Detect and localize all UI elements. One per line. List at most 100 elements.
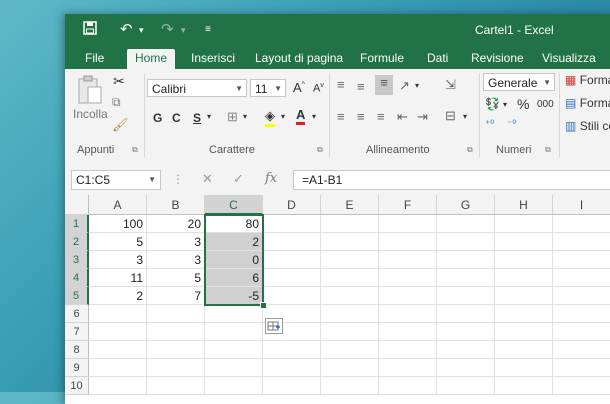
empty-cell[interactable] [437, 287, 495, 305]
empty-cell[interactable] [263, 215, 321, 233]
empty-cell[interactable] [379, 377, 437, 395]
empty-cell[interactable] [495, 287, 553, 305]
column-header[interactable]: G [437, 195, 495, 215]
empty-cell[interactable] [263, 287, 321, 305]
column-header[interactable]: C [205, 195, 263, 215]
column-header[interactable]: H [495, 195, 553, 215]
alignment-launcher-icon[interactable]: ⧉ [467, 145, 473, 155]
column-header[interactable]: A [89, 195, 147, 215]
empty-cell[interactable] [205, 359, 263, 377]
increase-indent-icon[interactable]: ⇥ [417, 109, 428, 125]
font-color-icon[interactable]: A [296, 107, 306, 125]
format-painter-icon[interactable]: 🖌 [112, 117, 129, 133]
name-box-dropdown-icon[interactable]: ▼ [148, 171, 156, 189]
empty-cell[interactable] [263, 251, 321, 269]
insert-function-icon[interactable]: fx [265, 171, 277, 186]
empty-cell[interactable] [147, 359, 205, 377]
thousands-button[interactable]: 000 [537, 99, 554, 110]
quick-analysis-button[interactable] [265, 318, 283, 334]
empty-cell[interactable] [379, 305, 437, 323]
empty-cell[interactable] [321, 341, 379, 359]
empty-cell[interactable] [495, 269, 553, 287]
formula-input[interactable]: =A1-B1 [293, 170, 610, 190]
empty-cell[interactable] [263, 341, 321, 359]
paste-button[interactable] [77, 75, 103, 108]
empty-cell[interactable] [321, 287, 379, 305]
increase-font-icon[interactable]: A^ [293, 80, 305, 95]
empty-cell[interactable] [379, 269, 437, 287]
column-header[interactable]: E [321, 195, 379, 215]
cut-icon[interactable]: ✂ [113, 73, 125, 90]
borders-dropdown-icon[interactable]: ▾ [243, 112, 247, 121]
align-left-icon[interactable]: ≡ [337, 109, 345, 124]
empty-cell[interactable] [379, 359, 437, 377]
empty-cell[interactable] [553, 233, 610, 251]
name-box[interactable]: C1:C5 ▼ [71, 170, 161, 190]
merge-center-icon[interactable]: ⊟ [445, 108, 456, 124]
cell-c3[interactable]: 0 [205, 251, 263, 269]
empty-cell[interactable] [437, 215, 495, 233]
cell-b4[interactable]: 5 [147, 269, 205, 287]
row-header[interactable]: 7 [65, 323, 89, 341]
empty-cell[interactable] [321, 377, 379, 395]
save-icon[interactable] [83, 21, 97, 40]
empty-cell[interactable] [321, 359, 379, 377]
percent-button[interactable]: % [517, 96, 529, 112]
conditional-format-button[interactable]: ▦ Forma [565, 73, 610, 87]
cell-b2[interactable]: 3 [147, 233, 205, 251]
empty-cell[interactable] [89, 323, 147, 341]
fill-handle[interactable] [260, 302, 267, 309]
empty-cell[interactable] [263, 269, 321, 287]
empty-cell[interactable] [495, 215, 553, 233]
empty-cell[interactable] [379, 233, 437, 251]
orientation-dropdown-icon[interactable]: ▾ [415, 81, 419, 90]
cell-a3[interactable]: 3 [89, 251, 147, 269]
empty-cell[interactable] [437, 341, 495, 359]
cell-a1[interactable]: 100 [89, 215, 147, 233]
cell-c4[interactable]: 6 [205, 269, 263, 287]
cell-c5[interactable]: -5 [205, 287, 263, 305]
empty-cell[interactable] [205, 341, 263, 359]
cell-styles-button[interactable]: ▥ Stili ce [565, 119, 610, 133]
empty-cell[interactable] [379, 341, 437, 359]
row-header[interactable]: 8 [65, 341, 89, 359]
currency-icon[interactable]: 💱 [485, 97, 500, 111]
empty-cell[interactable] [553, 215, 610, 233]
currency-dropdown-icon[interactable]: ▾ [503, 100, 507, 109]
cell-b1[interactable]: 20 [147, 215, 205, 233]
underline-button[interactable]: S [193, 111, 201, 125]
row-header[interactable]: 4 [65, 269, 89, 287]
tab-visualizza[interactable]: Visualizza [534, 49, 604, 69]
column-header[interactable]: F [379, 195, 437, 215]
empty-cell[interactable] [321, 215, 379, 233]
empty-cell[interactable] [263, 377, 321, 395]
cell-a4[interactable]: 11 [89, 269, 147, 287]
empty-cell[interactable] [147, 341, 205, 359]
clipboard-launcher-icon[interactable]: ⧉ [132, 145, 138, 155]
merge-dropdown-icon[interactable]: ▾ [463, 112, 467, 121]
row-header[interactable]: 9 [65, 359, 89, 377]
row-header[interactable]: 1 [65, 215, 89, 233]
enter-icon[interactable]: ✓ [233, 171, 244, 187]
empty-cell[interactable] [553, 323, 610, 341]
empty-cell[interactable] [205, 305, 263, 323]
empty-cell[interactable] [553, 287, 610, 305]
row-header[interactable]: 5 [65, 287, 89, 305]
empty-cell[interactable] [437, 251, 495, 269]
font-name-select[interactable]: Calibri ▼ [147, 79, 247, 97]
empty-cell[interactable] [437, 305, 495, 323]
empty-cell[interactable] [437, 269, 495, 287]
empty-cell[interactable] [205, 377, 263, 395]
cell-b3[interactable]: 3 [147, 251, 205, 269]
empty-cell[interactable] [437, 359, 495, 377]
empty-cell[interactable] [553, 305, 610, 323]
empty-cell[interactable] [205, 323, 263, 341]
font-launcher-icon[interactable]: ⧉ [317, 145, 323, 155]
empty-cell[interactable] [437, 377, 495, 395]
empty-cell[interactable] [321, 305, 379, 323]
cell-a2[interactable]: 5 [89, 233, 147, 251]
empty-cell[interactable] [321, 251, 379, 269]
empty-cell[interactable] [553, 269, 610, 287]
empty-cell[interactable] [321, 323, 379, 341]
empty-cell[interactable] [147, 323, 205, 341]
